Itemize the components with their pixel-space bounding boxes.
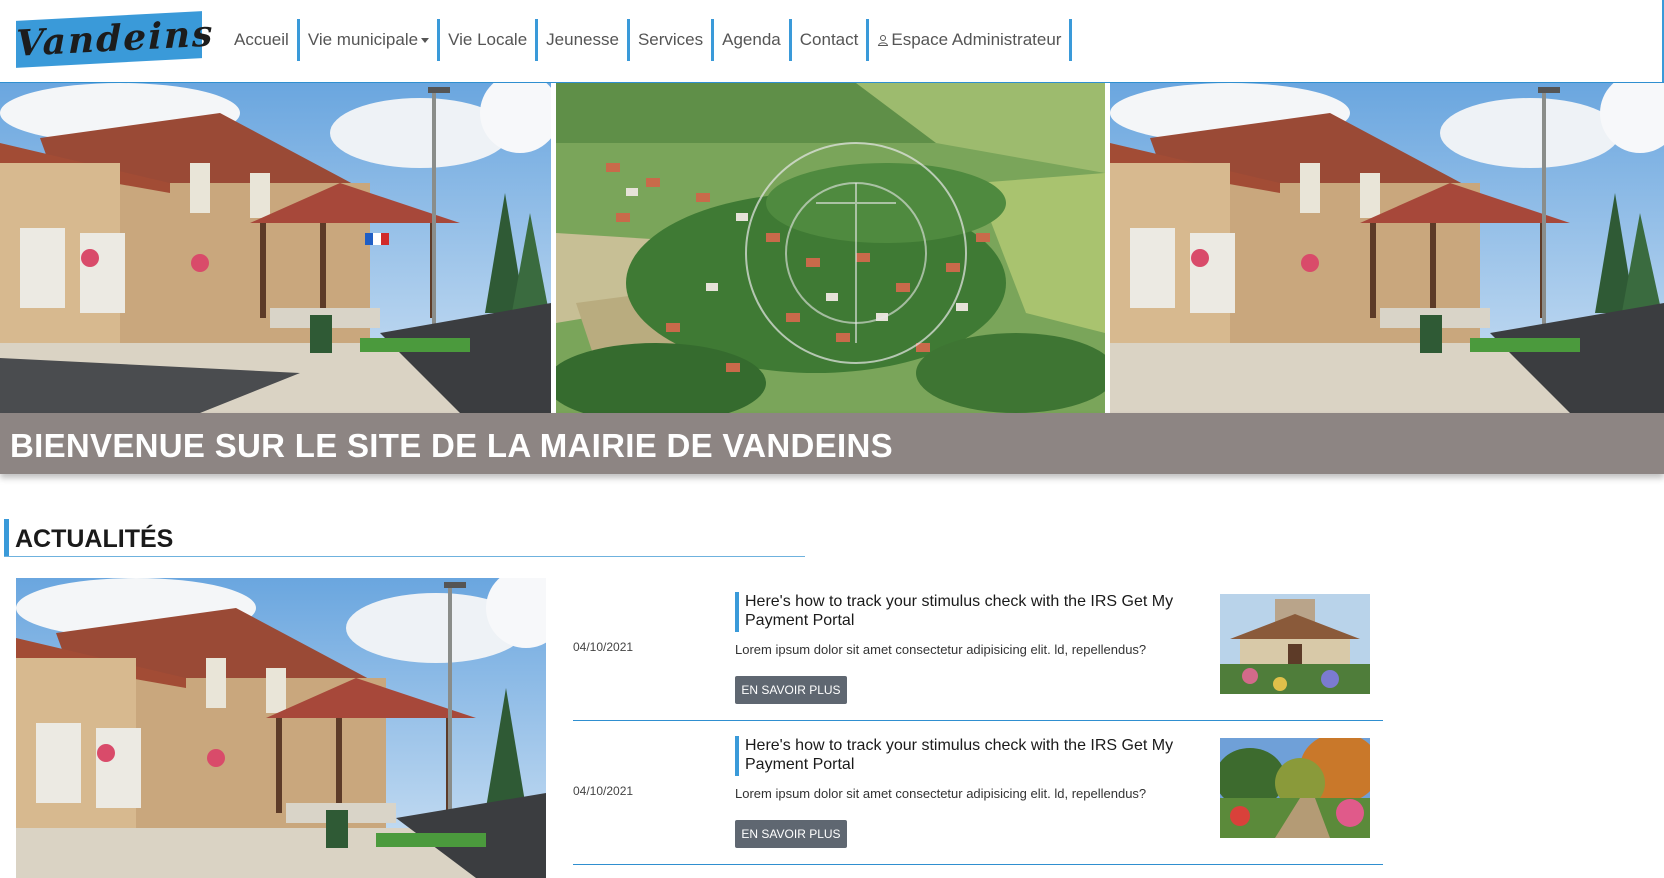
news-title[interactable]: Here's how to track your stimulus check …: [745, 736, 1205, 774]
site-logo[interactable]: Vandeins: [16, 11, 215, 68]
hero-title-band: BIENVENUE SUR LE SITE DE LA MAIRIE DE VA…: [0, 413, 1664, 474]
read-more-button[interactable]: EN SAVOIR PLUS: [735, 820, 847, 848]
news-item: 04/10/2021 Here's how to track your stim…: [573, 578, 1383, 721]
nav-label: Jeunesse: [546, 30, 619, 49]
nav-jeunesse[interactable]: Jeunesse: [538, 19, 630, 61]
logo-text: Vandeins: [16, 12, 215, 65]
hero-title: BIENVENUE SUR LE SITE DE LA MAIRIE DE VA…: [10, 427, 893, 464]
user-icon: [878, 35, 889, 46]
nav-label: Espace Administrateur: [891, 30, 1062, 49]
nav-services[interactable]: Services: [630, 19, 715, 61]
hero-photo-town-hall-2: [1110, 83, 1664, 413]
section-title: ACTUALITÉS: [15, 525, 174, 553]
nav-espace-administrateur[interactable]: Espace Administrateur: [869, 19, 1073, 61]
news-title[interactable]: Here's how to track your stimulus check …: [745, 592, 1205, 630]
nav-label: Contact: [799, 30, 859, 49]
nav-label: Vie Locale: [448, 30, 528, 49]
section-accent-bar: [4, 519, 9, 557]
navbar: Vandeins Accueil Vie municipale Vie Loca…: [0, 0, 1664, 83]
nav-label: Vie municipale: [307, 30, 419, 49]
news-date: 04/10/2021: [573, 784, 634, 798]
nav-label: Accueil: [234, 30, 289, 49]
news-excerpt: Lorem ipsum dolor sit amet consectetur a…: [735, 642, 1147, 657]
featured-news-image[interactable]: [16, 578, 546, 878]
section-divider: [4, 556, 805, 557]
nav-label: Agenda: [722, 30, 781, 49]
caret-down-icon: [421, 38, 430, 44]
nav-contact[interactable]: Contact: [792, 19, 870, 61]
nav-label: Services: [637, 30, 704, 49]
hero-banner: BIENVENUE SUR LE SITE DE LA MAIRIE DE VA…: [0, 83, 1664, 474]
news-thumbnail[interactable]: [1220, 594, 1370, 694]
news-date: 04/10/2021: [573, 640, 634, 654]
hero-photo-aerial-village: [556, 83, 1105, 413]
nav-agenda[interactable]: Agenda: [714, 19, 792, 61]
nav-vie-municipale[interactable]: Vie municipale: [300, 19, 441, 61]
nav-vie-locale[interactable]: Vie Locale: [440, 19, 539, 61]
main-nav: Accueil Vie municipale Vie Locale Jeunes…: [224, 19, 1073, 61]
news-thumbnail[interactable]: [1220, 738, 1370, 838]
hero-photo-town-hall: [0, 83, 551, 413]
news-excerpt: Lorem ipsum dolor sit amet consectetur a…: [735, 786, 1147, 801]
news-accent-bar: [735, 592, 739, 632]
nav-accueil[interactable]: Accueil: [224, 19, 300, 61]
news-accent-bar: [735, 736, 739, 776]
read-more-button[interactable]: EN SAVOIR PLUS: [735, 676, 847, 704]
news-item: 04/10/2021 Here's how to track your stim…: [573, 722, 1383, 865]
